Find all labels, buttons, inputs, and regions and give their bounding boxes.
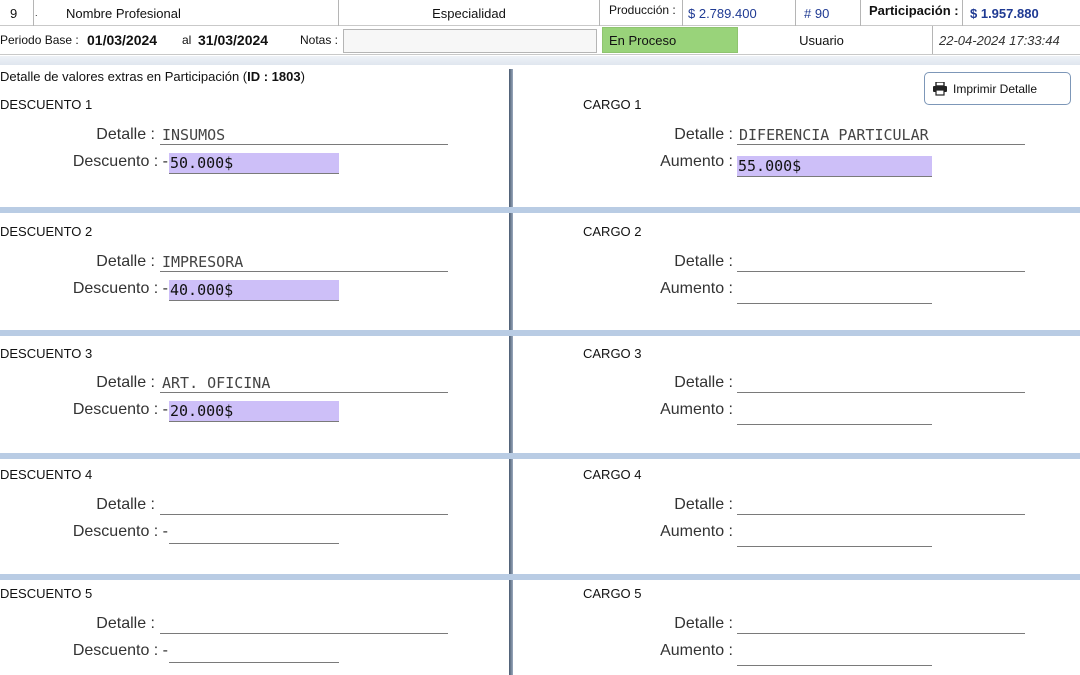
charge-5-title: CARGO 5 xyxy=(583,586,642,601)
charge-4-amount-label: Aumento : xyxy=(660,523,733,540)
period-to: 31/03/2024 xyxy=(198,32,269,48)
period-label: Periodo Base : xyxy=(0,33,79,47)
specialty: Especialidad xyxy=(432,5,506,21)
discount-4-detail-label: Detalle : xyxy=(96,496,155,513)
discount-1-amount-label: Descuento : - xyxy=(72,153,168,170)
discount-2-detail-label: Detalle : xyxy=(96,253,155,270)
notes-field[interactable] xyxy=(343,29,597,53)
separator xyxy=(0,56,1080,65)
discount-2-amount-label: Descuento : - xyxy=(72,280,168,297)
discount-3-amount-field[interactable]: 20.000$ xyxy=(169,401,339,422)
detail-title-prefix: Detalle de valores extras en Participaci… xyxy=(0,69,248,84)
charge-4-detail-label: Detalle : xyxy=(674,496,733,513)
printer-icon xyxy=(932,80,948,96)
period-to-label: al xyxy=(182,33,192,47)
divider xyxy=(860,0,861,26)
discount-1-title: DESCUENTO 1 xyxy=(0,97,93,112)
header-bar: 9 . Nombre Profesional Especialidad Prod… xyxy=(0,0,1080,26)
charge-1-title: CARGO 1 xyxy=(583,97,642,112)
charge-2-detail-field[interactable] xyxy=(737,252,1025,272)
production-value: $ 2.789.400 xyxy=(688,5,757,21)
section-separator xyxy=(0,207,1080,213)
discount-5-amount-field[interactable] xyxy=(169,642,339,663)
divider xyxy=(599,0,600,26)
charge-2-amount-field[interactable] xyxy=(737,283,932,304)
divider xyxy=(33,0,34,26)
participation-label: Participación : xyxy=(869,3,959,18)
discount-1-detail-label: Detalle : xyxy=(96,126,155,143)
charge-3-title: CARGO 3 xyxy=(583,346,642,361)
charge-5-amount-label: Aumento : xyxy=(660,642,733,659)
user-label: Usuario xyxy=(799,32,844,48)
discount-5-title: DESCUENTO 5 xyxy=(0,586,93,601)
professional-name: Nombre Profesional xyxy=(66,5,181,21)
discount-2-detail-field[interactable]: IMPRESORA xyxy=(160,252,448,272)
discount-1-detail-field[interactable]: INSUMOS xyxy=(160,125,448,145)
divider xyxy=(795,0,796,26)
charge-5-detail-field[interactable] xyxy=(737,614,1025,634)
discount-1-amount-field[interactable]: 50.000$ xyxy=(169,153,339,174)
dot-marker: . xyxy=(35,8,38,18)
print-detail-button[interactable]: Imprimir Detalle xyxy=(924,72,1071,105)
charge-3-amount-label: Aumento : xyxy=(660,401,733,418)
charge-4-detail-field[interactable] xyxy=(737,495,1025,515)
charge-3-detail-field[interactable] xyxy=(737,373,1025,393)
detail-title-suffix: ) xyxy=(300,69,305,84)
discount-3-amount-label: Descuento : - xyxy=(72,401,168,418)
discount-2-amount-field[interactable]: 40.000$ xyxy=(169,280,339,301)
charge-4-amount-field[interactable] xyxy=(737,526,932,547)
discount-5-detail-label: Detalle : xyxy=(96,615,155,632)
charge-1-amount-field[interactable]: 55.000$ xyxy=(737,156,932,177)
participation-value: $ 1.957.880 xyxy=(970,5,1039,21)
section-separator xyxy=(0,330,1080,336)
row-number: 9 xyxy=(10,5,18,21)
discount-5-detail-field[interactable] xyxy=(160,614,448,634)
count-value: # 90 xyxy=(804,5,830,21)
charge-3-amount-field[interactable] xyxy=(737,404,932,425)
charge-2-detail-label: Detalle : xyxy=(674,253,733,270)
discount-2-title: DESCUENTO 2 xyxy=(0,224,93,239)
discount-3-detail-field[interactable]: ART. OFICINA xyxy=(160,373,448,393)
detail-title: Detalle de valores extras en Participaci… xyxy=(0,69,305,84)
period-from: 01/03/2024 xyxy=(87,32,158,48)
charge-3-detail-label: Detalle : xyxy=(674,374,733,391)
charge-2-title: CARGO 2 xyxy=(583,224,642,239)
discount-5-amount-label: Descuento : - xyxy=(72,642,168,659)
charge-1-detail-field[interactable]: DIFERENCIA PARTICULAR xyxy=(737,125,1025,145)
column-divider xyxy=(509,69,513,675)
notes-label: Notas : xyxy=(300,33,339,47)
divider xyxy=(932,26,933,54)
print-detail-label: Imprimir Detalle xyxy=(953,81,1038,96)
detail-id: ID : 1803 xyxy=(247,69,301,84)
charge-2-amount-label: Aumento : xyxy=(660,280,733,297)
discount-4-amount-field[interactable] xyxy=(169,523,339,544)
divider xyxy=(682,0,683,26)
section-separator xyxy=(0,453,1080,459)
discount-3-title: DESCUENTO 3 xyxy=(0,346,93,361)
discount-4-amount-label: Descuento : - xyxy=(72,523,168,540)
timestamp: 22-04-2024 17:33:44 xyxy=(939,32,1060,48)
discount-3-detail-label: Detalle : xyxy=(96,374,155,391)
discount-4-title: DESCUENTO 4 xyxy=(0,467,93,482)
divider xyxy=(962,0,963,26)
charge-4-title: CARGO 4 xyxy=(583,467,642,482)
charge-1-detail-label: Detalle : xyxy=(674,126,733,143)
section-separator xyxy=(0,574,1080,580)
production-label: Producción : xyxy=(609,3,676,17)
charge-5-detail-label: Detalle : xyxy=(674,615,733,632)
charge-1-amount-label: Aumento : xyxy=(660,153,733,170)
discount-4-detail-field[interactable] xyxy=(160,495,448,515)
charge-5-amount-field[interactable] xyxy=(737,645,932,666)
status-badge: En Proceso xyxy=(602,27,738,53)
